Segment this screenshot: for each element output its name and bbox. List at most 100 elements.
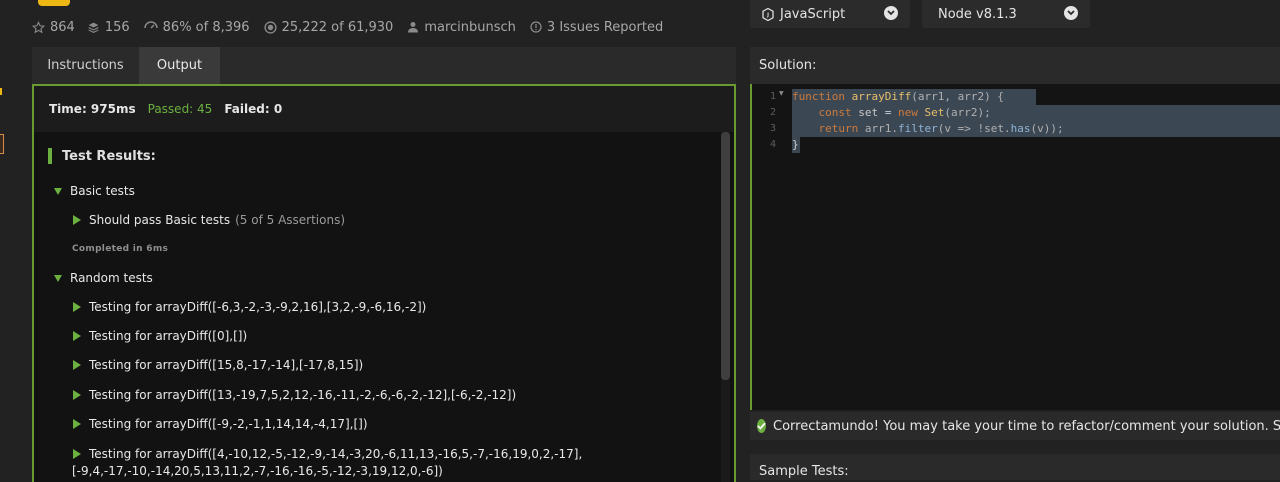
assertion-count: (5 of 5 Assertions): [235, 213, 346, 227]
target-icon: [263, 20, 277, 34]
expand-right-icon: [73, 331, 81, 341]
stack-icon: [87, 21, 100, 34]
rank-badge: [38, 0, 70, 6]
code-token: const: [818, 106, 852, 119]
test-results: Test Results: Basic tests Should pass Ba…: [34, 132, 734, 482]
author-stat[interactable]: marcinbunsch: [407, 20, 516, 35]
fold-arrow-icon[interactable]: ▼: [779, 90, 784, 97]
test-random-item[interactable]: Testing for arrayDiff([4,-10,12,-5,-12,-…: [73, 447, 582, 461]
satisfaction-value: 86% of 8,396: [162, 19, 250, 35]
expand-down-icon: [54, 187, 62, 195]
sample-tests-header: Sample Tests:: [750, 454, 1280, 480]
stars-count: 864: [50, 19, 75, 35]
test-results-title: Test Results:: [62, 148, 156, 164]
expand-right-icon: [73, 390, 81, 400]
code-token: function: [792, 90, 845, 103]
test-label: Testing for arrayDiff([-6,3,-2,-3,-9,2,1…: [89, 300, 427, 314]
completed-value: 25,222 of 61,930: [281, 19, 394, 35]
author-name[interactable]: marcinbunsch: [424, 20, 516, 35]
failed-label: Failed: 0: [224, 102, 283, 116]
code-token: (v));: [1030, 122, 1064, 135]
group-basic-tests[interactable]: Basic tests: [54, 184, 135, 198]
test-label-continued: [-9,4,-17,-10,-14,20,5,13,11,2,-7,-16,-1…: [72, 464, 443, 478]
code-token: (v => !set.: [937, 122, 1011, 135]
code-token: has: [1010, 122, 1031, 135]
javascript-icon: J: [762, 7, 774, 21]
time-label: Time: 975ms: [49, 102, 136, 116]
test-random-item[interactable]: Testing for arrayDiff([13,-19,7,5,2,12,-…: [73, 388, 516, 402]
code-token: arr1.: [864, 122, 898, 135]
check-circle-icon: [757, 419, 766, 433]
output-panel: Instructions Output Time: 975ms Passed: …: [32, 47, 736, 482]
star-icon: [32, 20, 45, 34]
passed-label: Passed: 45: [147, 102, 213, 116]
success-message: Correctamundo! You may take your time to…: [750, 412, 1280, 440]
test-random-item[interactable]: Testing for arrayDiff([15,8,-17,-14],[-1…: [73, 358, 363, 372]
version-select[interactable]: Node v8.1.3: [922, 0, 1090, 28]
svg-text:J: J: [766, 12, 769, 18]
results-scrollbar[interactable]: [721, 132, 730, 482]
completed-time: Completed in 6ms: [72, 244, 169, 254]
chevron-down-icon: [1064, 6, 1078, 20]
test-output: Time: 975ms Passed: 45 Failed: 0 Test Re…: [32, 84, 736, 482]
solution-title: Solution:: [759, 58, 817, 73]
expand-right-icon: [73, 419, 81, 429]
group-random-tests[interactable]: Random tests: [54, 271, 153, 285]
test-results-header: Test Results:: [48, 148, 156, 164]
completed-stat: 25,222 of 61,930: [263, 19, 394, 35]
satisfaction-stat: 86% of 8,396: [143, 19, 250, 35]
code-token: filter: [898, 122, 938, 135]
satisfaction-icon: [143, 21, 158, 33]
sample-tests-title: Sample Tests:: [759, 463, 849, 479]
scrollbar-thumb[interactable]: [721, 132, 730, 380]
expand-right-icon: [73, 449, 81, 459]
chevron-down-icon: [884, 6, 898, 20]
code-token: new: [898, 106, 918, 119]
code-token: (arr1, arr2) {: [911, 90, 1004, 103]
test-label: Testing for arrayDiff([0],[]): [89, 329, 248, 343]
tab-instructions[interactable]: Instructions: [32, 47, 139, 84]
collections-stat[interactable]: 156: [87, 20, 130, 35]
group-label: Basic tests: [70, 184, 135, 198]
code-token: (arr2);: [944, 106, 991, 119]
user-icon: [407, 21, 419, 33]
code-token: set: [858, 106, 879, 119]
sidebar-edge-marker: [0, 88, 2, 95]
code-editor[interactable]: 1 2 3 4 ▼ function arrayDiff(arr1, arr2)…: [750, 84, 1280, 410]
code-token: Set: [924, 106, 945, 119]
line-number: 1: [769, 91, 776, 102]
sidebar-edge-tab: [0, 134, 4, 154]
test-label: Should pass Basic tests: [89, 213, 231, 227]
code-token: }: [792, 138, 799, 151]
line-number: 2: [769, 107, 776, 118]
collections-count: 156: [104, 19, 130, 35]
line-number: 4: [769, 139, 776, 150]
group-label: Random tests: [70, 271, 153, 285]
test-random-item[interactable]: Testing for arrayDiff([-9,-2,-1,1,14,14,…: [73, 417, 368, 431]
expand-right-icon: [73, 360, 81, 370]
issues-stat[interactable]: 3 Issues Reported: [530, 20, 663, 35]
code-token: =: [878, 106, 898, 119]
version-value: Node v8.1.3: [938, 6, 1017, 22]
header-accent-bar: [48, 148, 52, 164]
success-text: Correctamundo! You may take your time to…: [773, 418, 1280, 434]
language-select[interactable]: J JavaScript: [750, 0, 910, 28]
line-number: 3: [769, 123, 776, 134]
test-label: Testing for arrayDiff([13,-19,7,5,2,12,-…: [89, 388, 517, 402]
issues-link[interactable]: 3 Issues Reported: [547, 20, 663, 35]
stars-stat[interactable]: 864: [32, 20, 75, 35]
test-random-item[interactable]: Testing for arrayDiff([-6,3,-2,-3,-9,2,1…: [73, 300, 426, 314]
expand-down-icon: [54, 274, 62, 282]
test-label: Testing for arrayDiff([15,8,-17,-14],[-1…: [89, 358, 364, 372]
code-content[interactable]: function arrayDiff(arr1, arr2) { const s…: [792, 89, 1064, 153]
panel-tabs: Instructions Output: [32, 47, 736, 84]
test-basic-item[interactable]: Should pass Basic tests (5 of 5 Assertio…: [73, 213, 345, 227]
code-token: arrayDiff: [851, 90, 912, 103]
expand-right-icon: [73, 215, 81, 225]
solution-header: Solution:: [750, 47, 1280, 84]
editor-gutter: 1 2 3 4 ▼: [752, 84, 788, 410]
tab-output[interactable]: Output: [139, 47, 220, 84]
test-random-item[interactable]: Testing for arrayDiff([0],[]): [73, 329, 247, 343]
language-value: JavaScript: [780, 6, 846, 22]
kata-stats-bar: 864 156 86% of 8,396 25,222 of 61,930 ma…: [32, 18, 677, 36]
